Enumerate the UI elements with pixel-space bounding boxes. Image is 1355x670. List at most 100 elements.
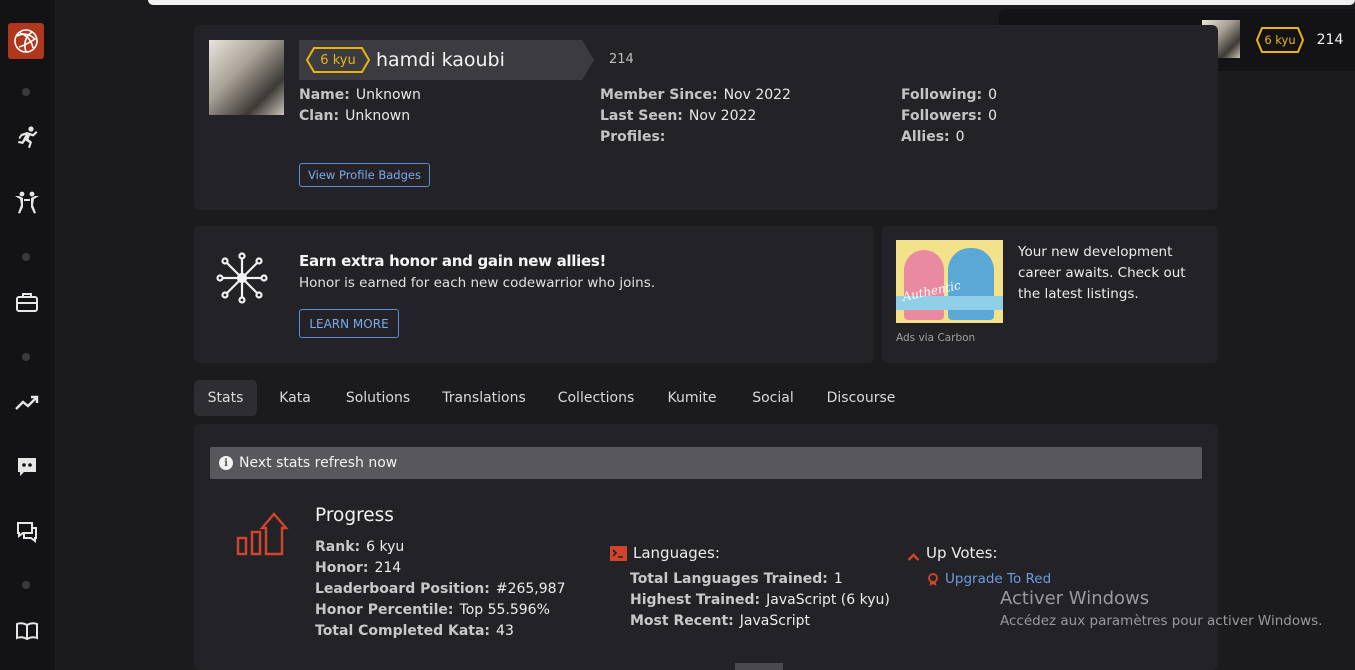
tab-discourse[interactable]: Discourse — [818, 380, 904, 416]
info-icon: i — [219, 456, 233, 470]
profile-rank-text: 6 kyu — [320, 52, 356, 68]
allies-network-icon — [216, 252, 268, 304]
highest-trained-value: JavaScript (6 kyu) — [766, 592, 890, 608]
most-recent-label: Most Recent: — [630, 613, 734, 629]
clan-value: Unknown — [345, 108, 411, 124]
followers-label: Followers: — [901, 108, 983, 124]
terminal-icon — [610, 545, 627, 561]
referral-promo-card — [194, 226, 874, 363]
learn-more-button[interactable]: LEARN MORE — [299, 309, 399, 338]
windows-watermark-subtitle: Accédez aux paramètres pour activer Wind… — [1000, 613, 1323, 629]
leaderboard-value: #265,987 — [495, 581, 566, 597]
member-since-row: Member Since: Nov 2022 — [600, 87, 791, 103]
rank-value: 6 kyu — [366, 539, 405, 555]
ribbon-icon — [928, 572, 938, 586]
ads-via-carbon[interactable]: Ads via Carbon — [896, 332, 975, 344]
honor-value: 214 — [374, 560, 402, 576]
user-rank-badge: 6 kyu — [1256, 27, 1304, 53]
rank-label: Rank: — [315, 539, 361, 555]
stats-refresh-notice: i Next stats refresh now — [210, 447, 1202, 479]
chevron-up-icon — [907, 548, 920, 561]
last-seen-value: Nov 2022 — [688, 108, 757, 124]
total-languages-row: Total Languages Trained: 1 — [630, 571, 843, 587]
upgrade-link-text[interactable]: Upgrade To Red — [945, 571, 1051, 587]
most-recent-value: JavaScript — [739, 613, 810, 629]
docs-icon[interactable] — [10, 614, 44, 648]
tab-kumite[interactable]: Kumite — [657, 380, 727, 416]
languages-section-title: Languages: — [610, 544, 720, 562]
discord-icon[interactable] — [10, 450, 44, 484]
ad-text[interactable]: Your new development career awaits. Chec… — [1018, 242, 1208, 305]
last-seen-row: Last Seen: Nov 2022 — [600, 108, 756, 124]
most-recent-row: Most Recent: JavaScript — [630, 613, 810, 629]
percentile-label: Honor Percentile: — [315, 602, 454, 618]
sidebar-separator-dot — [22, 581, 30, 589]
rank-row: Rank: 6 kyu — [315, 539, 404, 555]
highest-trained-label: Highest Trained: — [630, 592, 761, 608]
completed-kata-row: Total Completed Kata: 43 — [315, 623, 514, 639]
highest-trained-row: Highest Trained: JavaScript (6 kyu) — [630, 592, 890, 608]
following-label: Following: — [901, 87, 983, 103]
sidebar — [0, 0, 55, 670]
upvotes-title: Up Votes: — [926, 544, 998, 562]
profile-rank-badge: 6 kyu — [306, 47, 370, 73]
last-seen-label: Last Seen: — [600, 108, 683, 124]
notice-text: Next stats refresh now — [239, 455, 398, 471]
progress-title: Progress — [315, 505, 394, 526]
total-languages-label: Total Languages Trained: — [630, 571, 828, 587]
leaderboard-label: Leaderboard Position: — [315, 581, 490, 597]
leaderboard-icon[interactable] — [10, 386, 44, 420]
following-row: Following: 0 — [901, 87, 997, 103]
horizontal-scrollbar-thumb[interactable] — [735, 663, 783, 670]
honor-row: Honor: 214 — [315, 560, 401, 576]
view-profile-badges-button[interactable]: View Profile Badges — [299, 163, 430, 187]
codewars-logo-icon[interactable] — [8, 23, 44, 59]
tab-social[interactable]: Social — [741, 380, 805, 416]
upvotes-section-title: Up Votes: — [907, 544, 998, 562]
leaderboard-row: Leaderboard Position: #265,987 — [315, 581, 565, 597]
jobs-icon[interactable] — [10, 285, 44, 319]
tab-translations[interactable]: Translations — [433, 380, 535, 416]
member-since-label: Member Since: — [600, 87, 718, 103]
tab-collections[interactable]: Collections — [548, 380, 644, 416]
name-value: Unknown — [355, 87, 421, 103]
completed-label: Total Completed Kata: — [315, 623, 491, 639]
profiles-label: Profiles: — [600, 129, 666, 145]
profile-username: hamdi kaoubi — [376, 49, 505, 71]
tab-kata[interactable]: Kata — [269, 380, 321, 416]
member-since-value: Nov 2022 — [723, 87, 791, 103]
completed-value: 43 — [496, 623, 514, 639]
sidebar-separator-dot — [22, 253, 30, 261]
profiles-row: Profiles: — [600, 129, 671, 145]
honor-label: Honor: — [315, 560, 369, 576]
progress-chart-icon — [236, 512, 290, 558]
profile-honor: 214 — [609, 52, 634, 67]
allies-label: Allies: — [901, 129, 950, 145]
browser-top-strip — [148, 0, 1355, 5]
percentile-value: Top 55.596% — [459, 602, 550, 618]
tab-solutions[interactable]: Solutions — [335, 380, 421, 416]
tab-stats[interactable]: Stats — [194, 380, 257, 416]
languages-title: Languages: — [633, 544, 720, 562]
profile-avatar — [209, 40, 284, 115]
total-languages-value: 1 — [833, 571, 843, 587]
kata-practice-icon[interactable] — [10, 186, 44, 220]
promo-title: Earn extra honor and gain new allies! — [299, 252, 606, 270]
ad-image[interactable]: Authentic — [896, 240, 1003, 323]
followers-value: 0 — [988, 108, 998, 124]
upgrade-to-red-link[interactable]: Upgrade To Red — [928, 571, 1051, 587]
following-value: 0 — [988, 87, 998, 103]
windows-watermark-title: Activer Windows — [1000, 588, 1150, 609]
profile-name-row: Name: Unknown — [299, 87, 421, 103]
followers-row: Followers: 0 — [901, 108, 997, 124]
profile-clan-row: Clan: Unknown — [299, 108, 410, 124]
allies-row: Allies: 0 — [901, 129, 965, 145]
sidebar-separator-dot — [22, 88, 30, 96]
discussion-icon[interactable] — [10, 515, 44, 549]
clan-label: Clan: — [299, 108, 340, 124]
training-icon[interactable] — [10, 121, 44, 155]
sidebar-separator-dot — [22, 353, 30, 361]
user-honor-count: 214 — [1316, 32, 1344, 48]
user-rank-text: 6 kyu — [1264, 33, 1296, 47]
promo-subtitle: Honor is earned for each new codewarrior… — [299, 275, 656, 291]
